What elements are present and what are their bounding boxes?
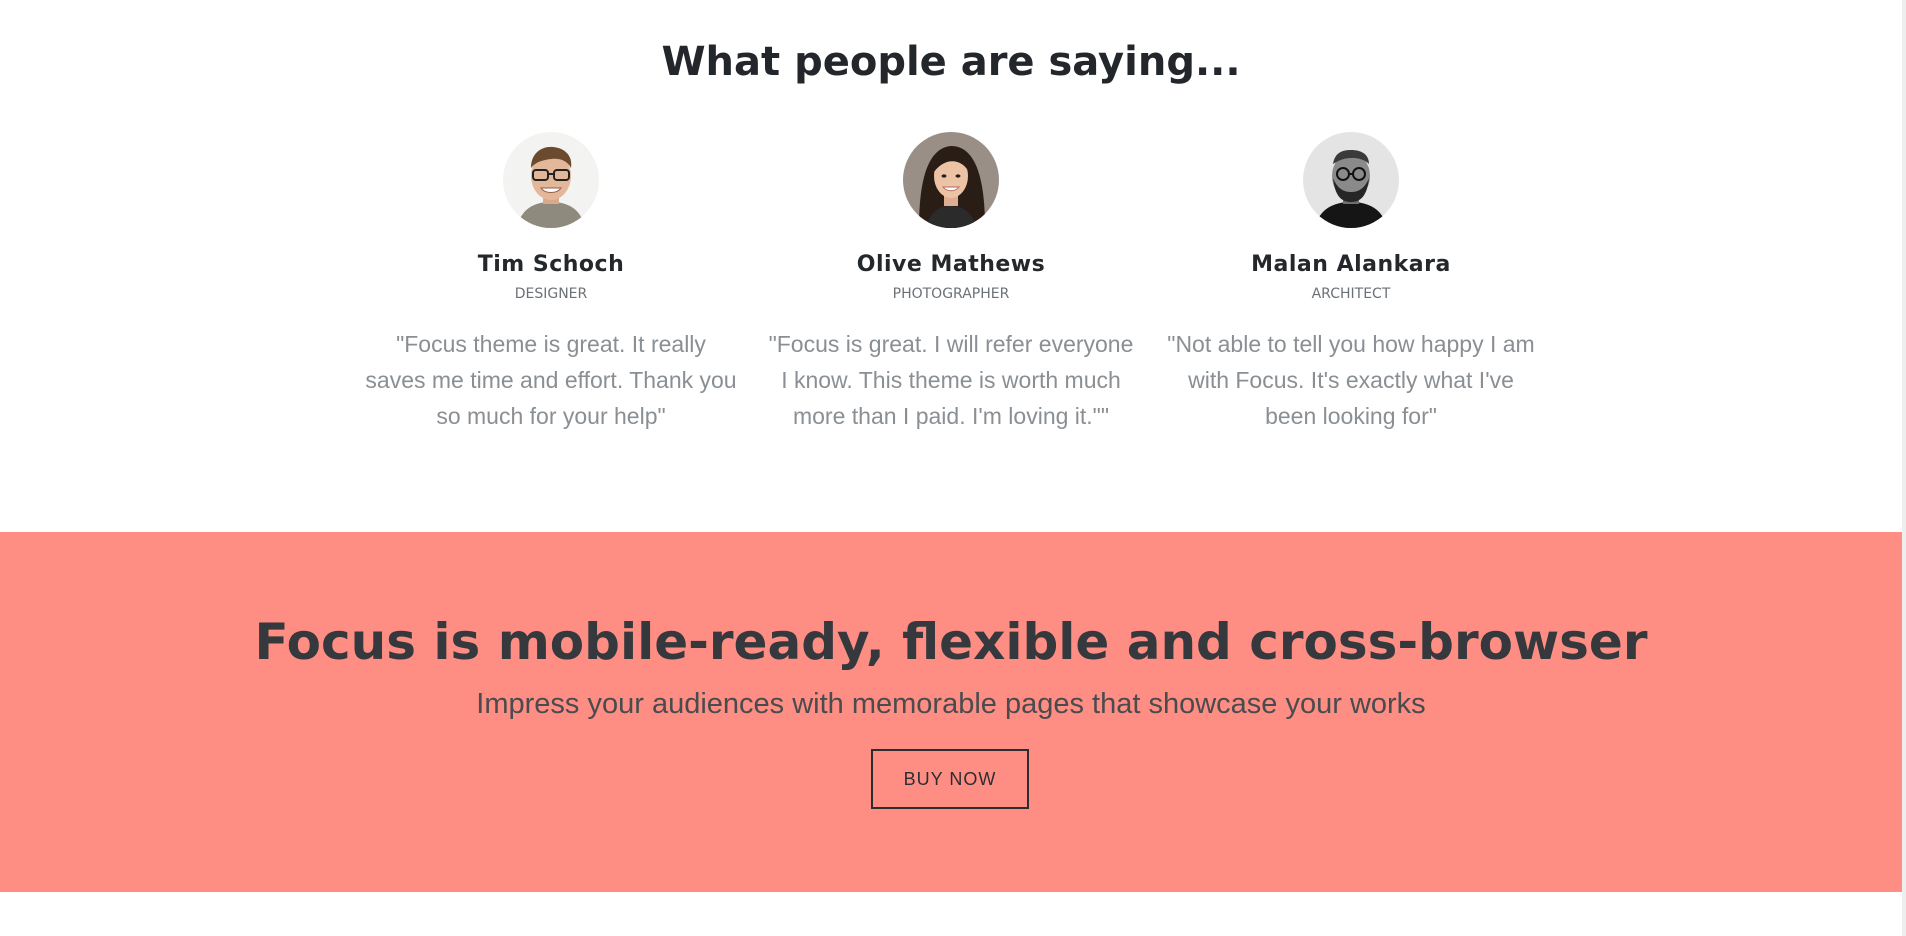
cta-title: Focus is mobile-ready, flexible and cros… bbox=[254, 613, 1648, 671]
testimonial-quote: "Not able to tell you how happy I am wit… bbox=[1167, 331, 1535, 429]
person-name: Malan Alankara bbox=[1251, 252, 1451, 277]
testimonial-quote: "Focus is great. I will refer everyone I… bbox=[768, 331, 1134, 429]
page: What people are saying... Tim Schoch DES… bbox=[0, 0, 1906, 936]
buy-now-button[interactable]: BUY NOW bbox=[871, 749, 1029, 809]
person-name: Olive Mathews bbox=[856, 252, 1046, 277]
testimonial-quote: "Focus theme is great. It really saves m… bbox=[365, 331, 737, 429]
testimonial-card: Malan Alankara ARCHITECT "Not able to te… bbox=[1151, 130, 1551, 434]
avatar bbox=[903, 132, 999, 228]
avatar bbox=[1303, 132, 1399, 228]
call-to-action-section: Focus is mobile-ready, flexible and cros… bbox=[0, 532, 1902, 892]
scrollbar[interactable] bbox=[1902, 0, 1906, 936]
person-role: DESIGNER bbox=[514, 286, 588, 302]
avatar bbox=[503, 132, 599, 228]
testimonial-card: Tim Schoch DESIGNER "Focus theme is grea… bbox=[351, 130, 751, 434]
cta-subtitle: Impress your audiences with memorable pa… bbox=[476, 688, 1426, 720]
person-name: Tim Schoch bbox=[477, 252, 625, 277]
person-role: ARCHITECT bbox=[1311, 286, 1391, 302]
person-role: PHOTOGRAPHER bbox=[892, 286, 1010, 302]
section-title: What people are saying... bbox=[661, 39, 1241, 85]
testimonial-card: Olive Mathews PHOTOGRAPHER "Focus is gre… bbox=[751, 130, 1151, 434]
testimonial-list: Tim Schoch DESIGNER "Focus theme is grea… bbox=[351, 130, 1551, 434]
testimonials-section: What people are saying... Tim Schoch DES… bbox=[0, 0, 1902, 532]
